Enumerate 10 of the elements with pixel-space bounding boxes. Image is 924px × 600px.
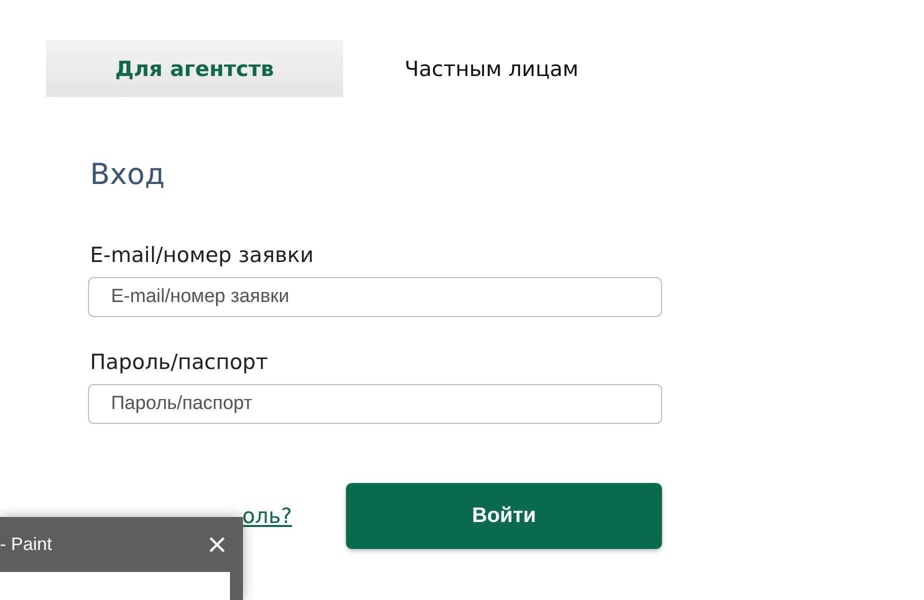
input-field[interactable]: Пароль/паспорт <box>88 384 662 424</box>
input-field[interactable]: E-mail/номер заявки <box>88 277 662 317</box>
close-button[interactable]: × <box>203 528 231 562</box>
forgot-password-link[interactable]: оль? <box>242 504 292 528</box>
form-title: Вход <box>90 157 166 191</box>
field-label: Пароль/паспорт <box>90 350 269 374</box>
field-label: E-mail/номер заявки <box>90 243 315 267</box>
login-button[interactable]: Войти <box>346 483 662 549</box>
window-title: - Paint <box>0 534 52 555</box>
tab[interactable]: Для агентств <box>46 40 343 97</box>
